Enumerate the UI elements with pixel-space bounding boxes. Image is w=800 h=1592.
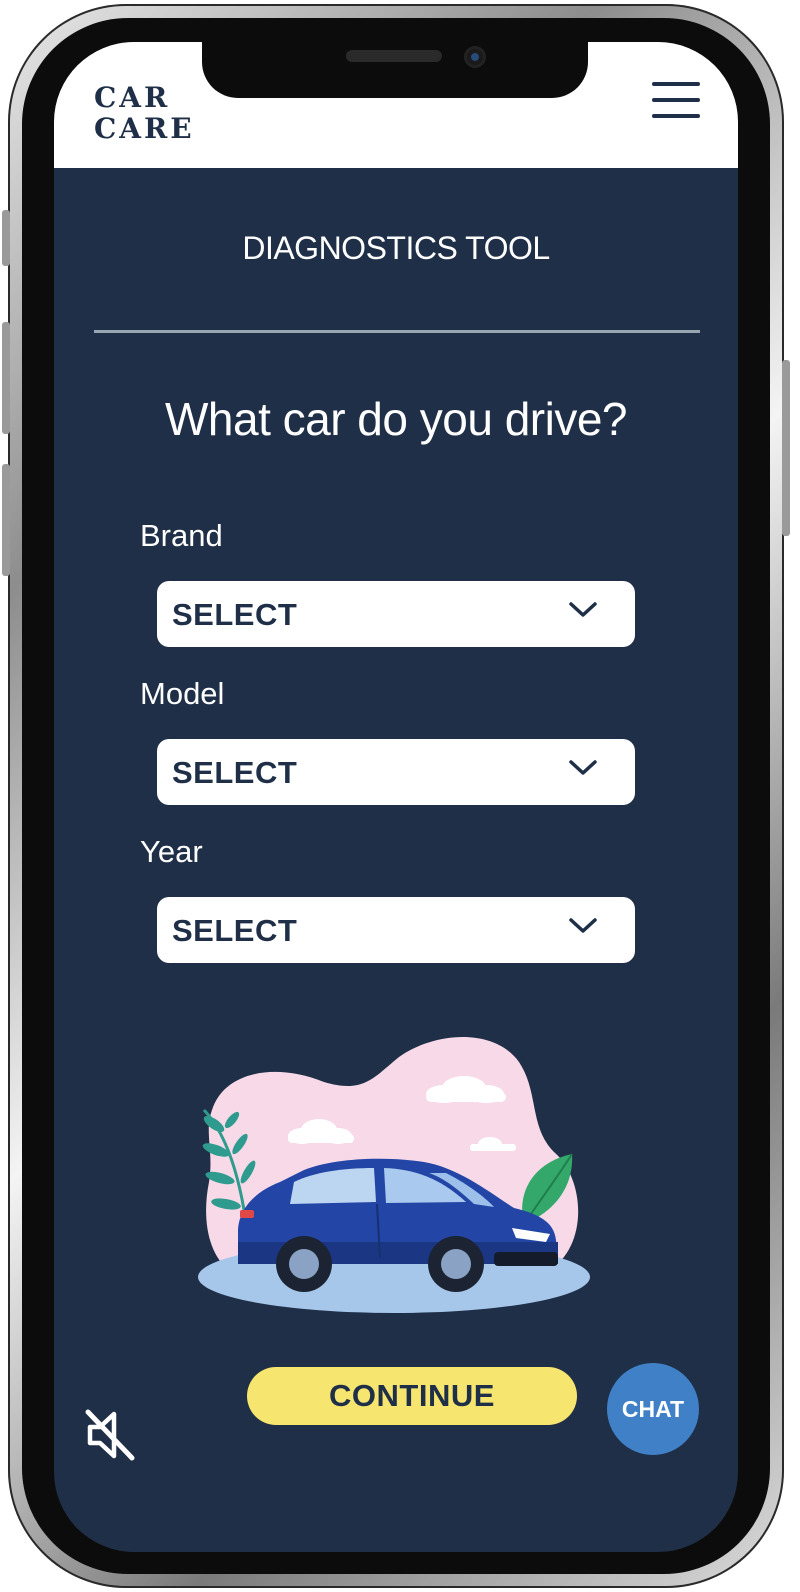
earpiece-speaker (346, 50, 442, 62)
chevron-down-icon (569, 602, 597, 617)
chat-button[interactable]: CHAT (607, 1363, 699, 1455)
model-label: Model (140, 676, 225, 711)
year-label: Year (140, 834, 203, 869)
logo-line-2: CARE (94, 112, 195, 145)
brand-label: Brand (140, 518, 223, 553)
phone-volume-down (2, 464, 10, 576)
page-title: DIAGNOSTICS TOOL (242, 230, 550, 266)
car-care-logo[interactable]: CAR CARE (94, 82, 195, 144)
model-select[interactable]: SELECT (157, 739, 635, 805)
question-heading: What car do you drive? (164, 393, 628, 445)
brand-select-value: SELECT (172, 597, 298, 632)
logo-line-1: CAR (94, 81, 171, 114)
phone-volume-up (2, 322, 10, 434)
phone-notch (202, 42, 588, 98)
title-divider (94, 330, 700, 333)
phone-power-button (782, 360, 790, 536)
phone-screen: CAR CARE DIAGNOSTICS TOOL What car do yo… (54, 42, 738, 1552)
model-select-value: SELECT (172, 755, 298, 790)
chevron-down-icon (569, 918, 597, 933)
hamburger-menu-icon[interactable] (652, 82, 702, 122)
car-illustration (198, 1037, 590, 1313)
continue-button[interactable]: CONTINUE (247, 1367, 577, 1425)
year-select[interactable]: SELECT (157, 897, 635, 963)
speaker-muted-icon[interactable] (84, 1408, 136, 1462)
brand-select[interactable]: SELECT (157, 581, 635, 647)
year-select-value: SELECT (172, 913, 298, 948)
chevron-down-icon (569, 760, 597, 775)
phone-silent-switch (2, 210, 10, 266)
front-camera (464, 46, 486, 68)
